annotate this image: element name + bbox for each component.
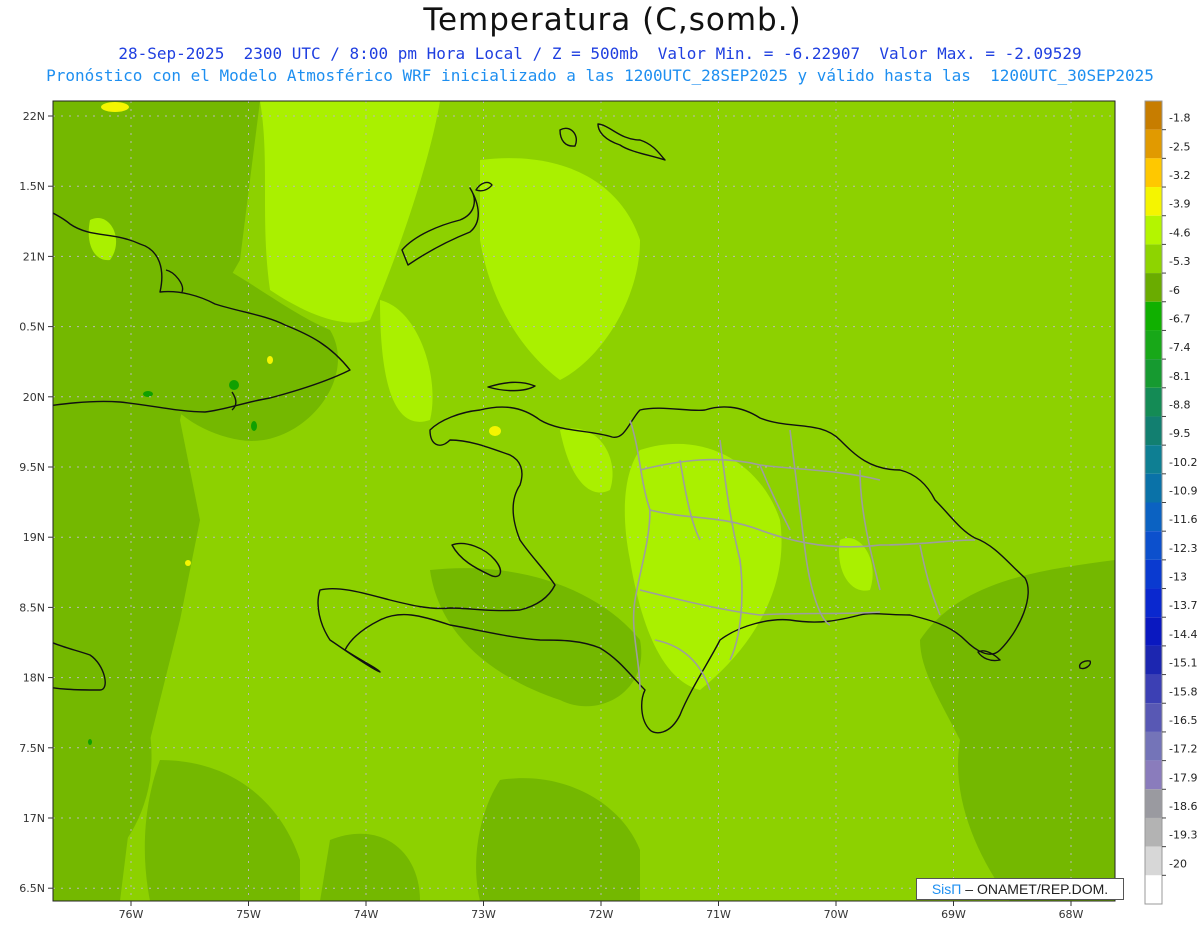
colorbar-swatch	[1145, 531, 1162, 560]
colorbar-swatch	[1145, 187, 1162, 216]
colorbar-label: -15.1	[1169, 657, 1197, 670]
credit-box: SisΠ – ONAMET/REP.DOM.	[916, 878, 1124, 900]
colorbar-swatch	[1145, 674, 1162, 704]
colorbar-swatch	[1145, 416, 1162, 446]
colorbar-label: -3.9	[1169, 198, 1190, 211]
colorbar-label: -11.6	[1169, 513, 1197, 526]
colorbar-label: -6	[1169, 284, 1180, 297]
colorbar-label: -8.8	[1169, 398, 1190, 411]
colorbar-label: -10.9	[1169, 485, 1197, 498]
colorbar-label: -19.3	[1169, 829, 1197, 842]
colorbar-swatch	[1145, 817, 1162, 847]
colorbar-swatch	[1145, 875, 1162, 904]
colorbar-swatch	[1145, 588, 1162, 618]
colorbar-label: -4.6	[1169, 226, 1190, 239]
colorbar-swatch	[1145, 215, 1162, 245]
colorbar-swatch	[1145, 731, 1162, 761]
colorbar-swatch	[1145, 273, 1162, 302]
colorbar-swatch	[1145, 502, 1162, 532]
colorbar-label: -6.7	[1169, 312, 1190, 325]
colorbar-swatch	[1145, 387, 1162, 417]
credit-brand: SisΠ	[931, 881, 962, 897]
colorbar-label: -3.2	[1169, 169, 1190, 182]
colorbar-swatch	[1145, 359, 1162, 388]
colorbar-swatch	[1145, 244, 1162, 274]
colorbar-label: -16.5	[1169, 714, 1197, 727]
colorbar-label: -18.6	[1169, 800, 1197, 813]
colorbar-label: -20	[1169, 857, 1187, 870]
colorbar-swatch	[1145, 645, 1162, 675]
colorbar-label: -10.2	[1169, 456, 1197, 469]
colorbar-label: -12.3	[1169, 542, 1197, 555]
colorbar-label: -14.4	[1169, 628, 1197, 641]
colorbar-label: -1.8	[1169, 112, 1190, 125]
colorbar-label: -13	[1169, 571, 1187, 584]
colorbar-swatch	[1145, 129, 1162, 159]
colorbar: -1.8 -2.5 -3.2 -3.9 -4.6 -5.3 -6 -6.7 -7.4 -8.1 -8…	[1144, 100, 1197, 905]
colorbar-swatch	[1145, 445, 1162, 474]
colorbar-swatch	[1145, 760, 1162, 790]
colorbar-swatch	[1145, 330, 1162, 360]
colorbar-label: -17.9	[1169, 771, 1197, 784]
colorbar-label: -8.1	[1169, 370, 1190, 383]
credit-org: – ONAMET/REP.DOM.	[961, 881, 1109, 897]
colorbar-label: -7.4	[1169, 341, 1190, 354]
colorbar-label: -15.8	[1169, 685, 1197, 698]
colorbar-swatch	[1145, 559, 1162, 589]
colorbar-swatch	[1145, 617, 1162, 646]
colorbar-swatch	[1145, 473, 1162, 503]
colorbar-label: -13.7	[1169, 599, 1197, 612]
colorbar-label: -5.3	[1169, 255, 1190, 268]
colorbar-swatch	[1145, 301, 1162, 331]
colorbar-label: -2.5	[1169, 140, 1190, 153]
colorbar-swatch	[1145, 101, 1162, 130]
colorbar-swatch	[1145, 158, 1162, 188]
colorbar-label: -17.2	[1169, 743, 1197, 756]
colorbar-swatch	[1145, 703, 1162, 732]
colorbar-label: -9.5	[1169, 427, 1190, 440]
colorbar-swatch	[1145, 846, 1162, 876]
colorbar-swatch	[1145, 789, 1162, 818]
